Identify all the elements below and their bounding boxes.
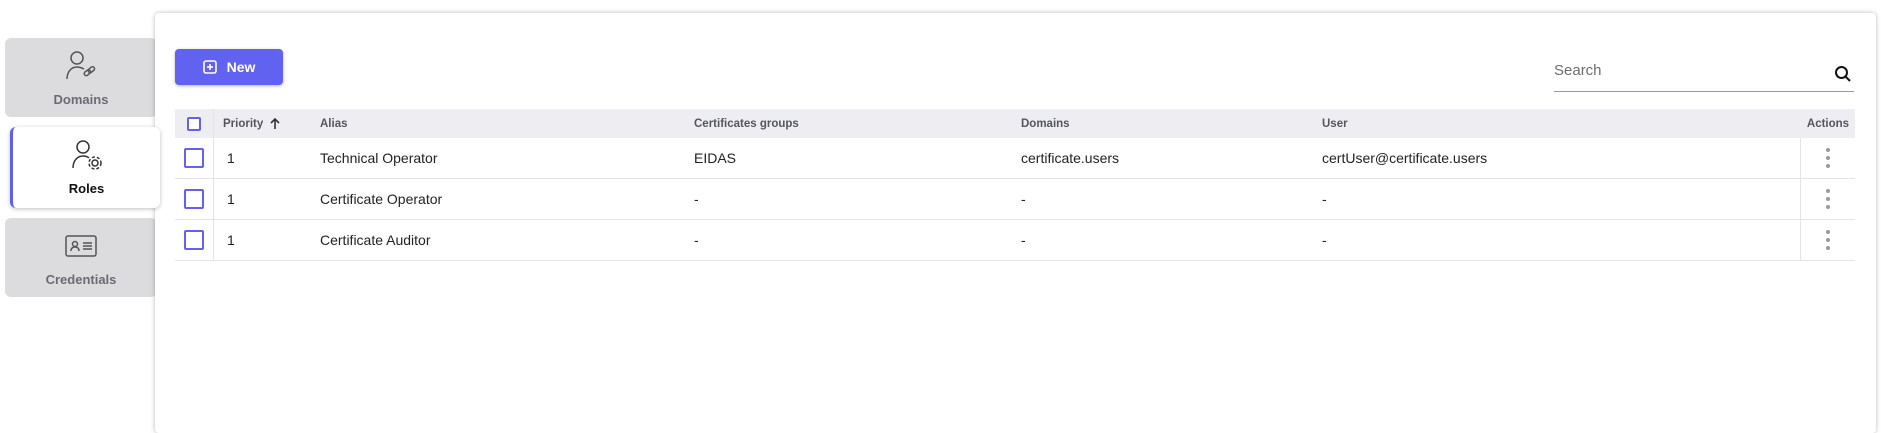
table-row[interactable]: 1 Certificate Operator - - - <box>175 179 1855 220</box>
search-box <box>1554 53 1854 92</box>
tab-roles[interactable]: Roles <box>10 127 160 208</box>
cell-certificates-groups: EIDAS <box>694 150 737 166</box>
user-gear-icon <box>69 137 105 173</box>
cell-priority: 1 <box>227 150 235 166</box>
cell-domains: certificate.users <box>1021 150 1120 166</box>
column-header-domains[interactable]: Domains <box>1021 109 1070 138</box>
tab-domains[interactable]: Domains <box>5 38 157 117</box>
cell-certificates-groups: - <box>694 191 699 207</box>
sort-ascending-icon[interactable] <box>269 117 281 130</box>
select-all-cell <box>175 109 214 138</box>
select-all-checkbox[interactable] <box>187 116 201 131</box>
plus-square-icon <box>202 60 217 74</box>
row-select-cell <box>175 179 214 219</box>
tab-credentials[interactable]: Credentials <box>5 218 157 297</box>
column-header-user[interactable]: User <box>1322 109 1348 138</box>
column-header-certificates-groups[interactable]: Certificates groups <box>694 109 799 138</box>
row-select-cell <box>175 138 214 178</box>
column-label: User <box>1322 117 1348 130</box>
new-button[interactable]: New <box>175 49 283 85</box>
cell-certificates-groups: - <box>694 232 699 248</box>
tab-label: Domains <box>53 92 109 107</box>
tab-label: Credentials <box>45 272 117 287</box>
cell-alias: Certificate Auditor <box>320 232 431 248</box>
more-vertical-icon[interactable] <box>1820 148 1836 168</box>
cell-priority: 1 <box>227 191 235 207</box>
row-actions-cell <box>1800 220 1855 260</box>
cell-domains: - <box>1021 232 1026 248</box>
row-actions-cell <box>1800 138 1855 178</box>
search-input[interactable] <box>1554 53 1814 87</box>
tab-label: Roles <box>68 181 105 196</box>
row-checkbox[interactable] <box>184 148 204 168</box>
table-row[interactable]: 1 Technical Operator EIDAS certificate.u… <box>175 138 1855 179</box>
column-header-priority[interactable]: Priority <box>223 109 281 138</box>
cell-priority: 1 <box>227 232 235 248</box>
row-checkbox[interactable] <box>184 230 204 250</box>
roles-table: Priority Alias Certificates groups Domai… <box>175 109 1855 261</box>
search-icon[interactable] <box>1834 65 1852 83</box>
column-header-actions: Actions <box>1801 109 1855 138</box>
table-row[interactable]: 1 Certificate Auditor - - - <box>175 220 1855 261</box>
user-link-icon <box>63 48 99 84</box>
cell-user: certUser@certificate.users <box>1322 150 1488 166</box>
row-select-cell <box>175 220 214 260</box>
column-header-alias[interactable]: Alias <box>320 109 348 138</box>
column-label: Certificates groups <box>694 117 799 130</box>
column-label: Domains <box>1021 117 1070 130</box>
cell-alias: Technical Operator <box>320 150 438 166</box>
id-card-icon <box>63 228 99 264</box>
row-actions-cell <box>1800 179 1855 219</box>
column-label: Alias <box>320 117 348 130</box>
new-button-label: New <box>226 59 256 75</box>
column-label: Actions <box>1806 117 1850 130</box>
cell-user: - <box>1322 232 1327 248</box>
column-label: Priority <box>223 117 264 130</box>
cell-domains: - <box>1021 191 1026 207</box>
more-vertical-icon[interactable] <box>1820 230 1836 250</box>
table-header: Priority Alias Certificates groups Domai… <box>175 109 1855 138</box>
row-checkbox[interactable] <box>184 189 204 209</box>
cell-alias: Certificate Operator <box>320 191 443 207</box>
cell-user: - <box>1322 191 1327 207</box>
roles-panel: New Priority Alia <box>155 13 1876 433</box>
more-vertical-icon[interactable] <box>1820 189 1836 209</box>
